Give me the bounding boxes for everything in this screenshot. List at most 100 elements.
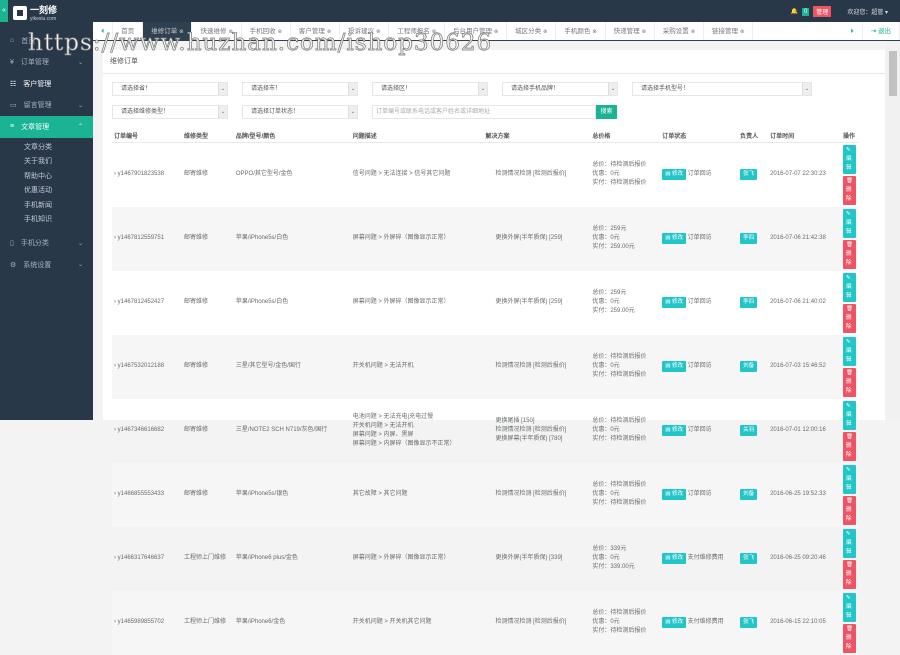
order-id[interactable]: y1467901823538 <box>118 171 164 177</box>
tab[interactable]: 手机回收 ⊗ <box>242 22 291 40</box>
close-icon[interactable]: ⊗ <box>432 29 436 35</box>
admin-badge[interactable]: 管理 <box>813 6 832 17</box>
sidebar-subitem[interactable]: 手机知识 <box>0 213 93 228</box>
tab[interactable]: 维修订单 ⊗ <box>143 22 193 40</box>
close-icon[interactable]: ⊗ <box>642 29 646 35</box>
edit-status-button[interactable]: ▤ 修改 <box>662 297 686 308</box>
sidebar-subitem[interactable]: 关于我们 <box>0 155 93 170</box>
expand-icon[interactable]: › <box>114 171 116 177</box>
model-select[interactable]: 请选择手机型号！ ⌄ <box>632 82 812 96</box>
delete-button[interactable]: 🗑 删除 <box>843 623 856 653</box>
sidebar-item[interactable]: ⚙ 系统设置 ⌄ <box>0 254 93 276</box>
tabs-forward-button[interactable]: ⏵ <box>842 22 863 40</box>
close-icon[interactable]: ⊗ <box>278 29 282 35</box>
delete-button[interactable]: 🗑 删除 <box>843 367 856 397</box>
edit-status-button[interactable]: ▤ 修改 <box>662 617 686 628</box>
notification-count[interactable]: 0 <box>801 7 810 16</box>
close-icon[interactable]: ⊗ <box>327 29 331 35</box>
tab[interactable]: 后台用户管理 ⊗ <box>445 22 508 40</box>
order-id[interactable]: y1466855553433 <box>118 491 164 497</box>
sidebar-item[interactable]: ▯ 手机分类 ⌄ <box>0 233 93 255</box>
edit-status-button[interactable]: ▤ 修改 <box>662 233 686 244</box>
edit-button[interactable]: ✎ 编辑 <box>843 208 856 238</box>
search-button[interactable]: 搜索 <box>596 105 617 119</box>
edit-button[interactable]: ✎ 编辑 <box>843 528 856 558</box>
order-id[interactable]: y1465989855702 <box>118 619 164 625</box>
tab[interactable]: 城区分类 ⊗ <box>507 22 557 40</box>
order-id[interactable]: y1467532012188 <box>118 363 164 369</box>
sidebar-subitem[interactable]: 手机新闻 <box>0 198 93 213</box>
close-icon[interactable]: ⊗ <box>494 29 498 35</box>
city-select[interactable]: 请选择市！ ⌄ <box>242 82 358 96</box>
sidebar-item[interactable]: ☷ 客户管理 <box>0 73 93 95</box>
sidebar-subitem[interactable]: 文章分类 <box>0 140 93 155</box>
bell-icon[interactable]: 🔔 <box>790 8 797 15</box>
expand-icon[interactable]: › <box>114 299 116 305</box>
delete-button[interactable]: 🗑 删除 <box>843 559 856 589</box>
expand-icon[interactable]: › <box>114 235 116 241</box>
edit-status-button[interactable]: ▤ 修改 <box>662 489 686 500</box>
sidebar-item[interactable]: ¥ 订单管理 ⌄ <box>0 52 93 74</box>
close-icon[interactable]: ⊗ <box>691 29 695 35</box>
edit-label: 编辑 <box>846 347 852 363</box>
expand-icon[interactable]: › <box>114 491 116 497</box>
delete-button[interactable]: 🗑 删除 <box>843 239 856 269</box>
brand-select[interactable]: 请选择手机品牌！ ⌄ <box>502 82 618 96</box>
edit-button[interactable]: ✎ 编辑 <box>843 144 856 174</box>
edit-button[interactable]: ✎ 编辑 <box>843 336 856 366</box>
user-menu[interactable]: 欢迎您：超管 ▾ <box>847 7 888 16</box>
search-input[interactable]: 订单编号或联系电话或客户姓名或详细地址 <box>372 105 596 119</box>
logo[interactable]: 一刻修 yikexiu.com <box>13 3 57 22</box>
expand-icon[interactable]: › <box>114 555 116 561</box>
expand-icon[interactable]: › <box>114 363 116 369</box>
status-select[interactable]: 请选择订单状态！ ⌄ <box>242 105 358 119</box>
district-select[interactable]: 请选择区！ ⌄ <box>372 82 488 96</box>
close-icon[interactable]: ⊗ <box>740 29 744 35</box>
scrollbar-thumb[interactable] <box>889 51 897 96</box>
sidebar-item[interactable]: ≡ 文章管理 ⌃ <box>0 116 93 138</box>
chevron-icon: ⌃ <box>77 124 83 131</box>
close-icon[interactable]: ⊗ <box>179 29 183 35</box>
logout-button[interactable]: ⇥ 退出 <box>863 22 900 40</box>
expand-icon[interactable]: › <box>114 619 116 625</box>
edit-status-button[interactable]: ▤ 修改 <box>662 553 686 564</box>
expand-icon[interactable]: › <box>114 427 116 433</box>
close-icon[interactable]: ⊗ <box>228 29 232 35</box>
tab[interactable]: 采购设置 ⊗ <box>655 22 704 40</box>
delete-button[interactable]: 🗑 删除 <box>843 495 856 525</box>
tab[interactable]: 快递管理 ⊗ <box>606 22 655 40</box>
tab[interactable]: 快速维修 ⊗ <box>192 22 242 40</box>
delete-button[interactable]: 🗑 删除 <box>843 431 856 461</box>
tab[interactable]: 客户管理 ⊗ <box>291 22 341 40</box>
province-select[interactable]: 请选择省！ ⌄ <box>112 82 228 96</box>
edit-button[interactable]: ✎ 编辑 <box>843 272 856 302</box>
close-icon[interactable]: ⊗ <box>376 29 380 35</box>
order-id[interactable]: y1466317646637 <box>118 555 164 561</box>
order-id[interactable]: y1467812559751 <box>118 235 164 241</box>
tab[interactable]: 投诉建议 ⊗ <box>340 22 390 40</box>
order-id[interactable]: y1467346616682 <box>118 427 164 433</box>
close-icon[interactable]: ⊗ <box>543 29 547 35</box>
sidebar-subitem[interactable]: 帮助中心 <box>0 169 93 184</box>
edit-status-button[interactable]: ▤ 修改 <box>662 361 686 372</box>
repair-type-select[interactable]: 请选择维修类型！ ⌄ <box>112 105 228 119</box>
tab[interactable]: 链接管理 ⊗ <box>704 22 754 40</box>
delete-button[interactable]: 🗑 删除 <box>843 175 856 205</box>
close-icon[interactable]: ⊗ <box>592 29 596 35</box>
tab[interactable]: 首页 <box>113 22 144 40</box>
scrollbar[interactable] <box>886 41 900 420</box>
tabs-back-button[interactable]: ⏴ <box>93 22 114 40</box>
order-id[interactable]: y1467812452427 <box>118 299 164 305</box>
edit-button[interactable]: ✎ 编辑 <box>843 592 856 622</box>
sidebar-subitem[interactable]: 优惠活动 <box>0 184 93 199</box>
tab[interactable]: 工程师报名 ⊗ <box>389 22 445 40</box>
edit-status-button[interactable]: ▤ 修改 <box>662 169 686 180</box>
edit-status-button[interactable]: ▤ 修改 <box>662 425 686 436</box>
sidebar-item[interactable]: ▭ 留言管理 ⌄ <box>0 95 93 117</box>
sidebar-item[interactable]: ⌂ 首页 <box>0 30 93 52</box>
edit-button[interactable]: ✎ 编辑 <box>843 464 856 494</box>
tab[interactable]: 手机颜色 ⊗ <box>556 22 606 40</box>
delete-button[interactable]: 🗑 删除 <box>843 303 856 333</box>
sidebar-collapse-button[interactable]: « <box>0 0 8 22</box>
edit-button[interactable]: ✎ 编辑 <box>843 400 856 430</box>
